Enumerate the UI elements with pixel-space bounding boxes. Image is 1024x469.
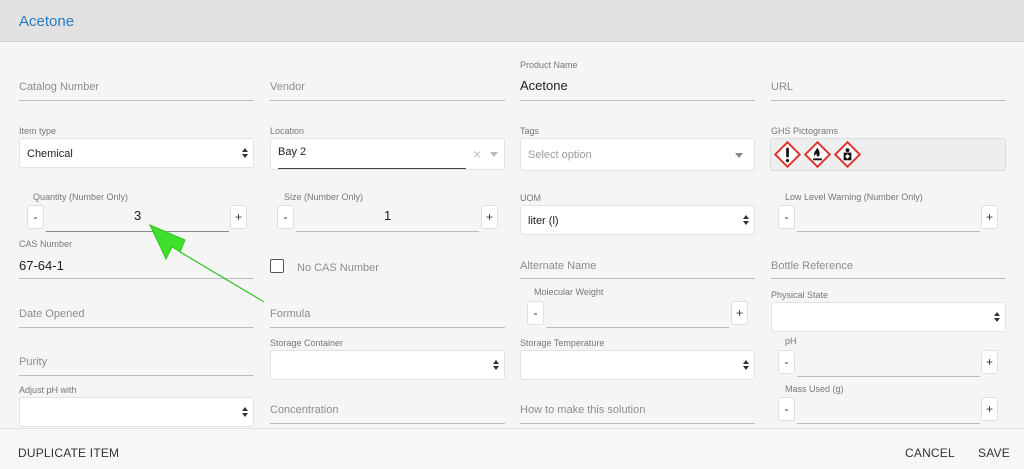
formula-field[interactable]: Formula	[270, 308, 310, 320]
low-level-warning-label: Low Level Warning (Number Only)	[785, 192, 923, 202]
bottle-reference-field[interactable]: Bottle Reference	[771, 260, 853, 272]
size-increment-button[interactable]: +	[481, 205, 498, 229]
product-name-underline	[520, 100, 755, 101]
select-arrows-icon	[743, 215, 749, 225]
date-opened-field[interactable]: Date Opened	[19, 308, 84, 320]
flame-icon	[803, 140, 832, 169]
select-arrows-icon	[743, 360, 749, 370]
quantity-label: Quantity (Number Only)	[33, 192, 129, 202]
cas-number-field[interactable]: 67-64-1	[19, 258, 64, 273]
location-select[interactable]: Bay 2 ×	[270, 138, 505, 170]
molecular-weight-underline	[546, 327, 729, 328]
ph-increment-button[interactable]: +	[981, 350, 998, 374]
cas-number-label: CAS Number	[19, 239, 73, 249]
purity-field[interactable]: Purity	[19, 356, 47, 368]
uom-value: liter (l)	[528, 215, 559, 227]
alternate-name-underline	[520, 278, 755, 279]
health-hazard-icon	[833, 140, 862, 169]
concentration-underline	[270, 423, 505, 424]
storage-container-select[interactable]	[270, 350, 505, 380]
location-label: Location	[270, 126, 305, 136]
vendor-underline	[270, 100, 505, 101]
bottle-reference-underline	[771, 278, 1006, 279]
size-input[interactable]: 1	[384, 208, 391, 223]
annotation-arrow-icon	[148, 224, 265, 303]
physical-state-select[interactable]	[771, 302, 1006, 332]
select-arrows-icon	[242, 148, 248, 158]
location-value: Bay 2	[278, 146, 307, 158]
quantity-decrement-button[interactable]: -	[27, 205, 44, 229]
item-type-label: Item type	[19, 126, 57, 136]
select-arrows-icon	[242, 407, 248, 417]
save-button[interactable]: SAVE	[978, 446, 1010, 460]
mass-used-decrement-button[interactable]: -	[778, 397, 795, 421]
size-underline	[296, 231, 479, 232]
physical-state-label: Physical State	[771, 290, 829, 300]
dialog-header: Acetone	[0, 0, 1024, 42]
location-underline	[278, 168, 466, 169]
molecular-weight-increment-button[interactable]: +	[731, 301, 748, 325]
size-decrement-button[interactable]: -	[277, 205, 294, 229]
ghs-pictograms-label: GHS Pictograms	[771, 126, 839, 136]
storage-temperature-select[interactable]	[520, 350, 755, 380]
adjust-ph-select[interactable]	[19, 397, 254, 427]
concentration-field[interactable]: Concentration	[270, 404, 339, 416]
product-name-label: Product Name	[520, 60, 578, 70]
select-arrows-icon	[994, 312, 1000, 322]
chevron-down-icon[interactable]	[490, 152, 498, 157]
low-level-increment-button[interactable]: +	[981, 205, 998, 229]
url-field[interactable]: URL	[771, 81, 793, 93]
how-to-make-underline	[520, 423, 755, 424]
adjust-ph-label: Adjust pH with	[19, 385, 77, 395]
how-to-make-field[interactable]: How to make this solution	[520, 404, 645, 416]
molecular-weight-label: Molecular Weight	[534, 287, 604, 297]
vendor-field[interactable]: Vendor	[270, 81, 305, 93]
storage-temperature-label: Storage Temperature	[520, 338, 605, 348]
select-arrows-icon	[493, 360, 499, 370]
purity-underline	[19, 375, 254, 376]
molecular-weight-decrement-button[interactable]: -	[527, 301, 544, 325]
url-underline	[771, 100, 1006, 101]
low-level-underline	[797, 231, 980, 232]
uom-label: UOM	[520, 193, 541, 203]
alternate-name-field[interactable]: Alternate Name	[520, 260, 596, 272]
duplicate-item-button[interactable]: DUPLICATE ITEM	[18, 446, 119, 460]
exclamation-mark-icon	[773, 140, 802, 169]
item-type-value: Chemical	[27, 148, 73, 160]
cancel-button[interactable]: CANCEL	[905, 446, 955, 460]
catalog-number-underline	[19, 100, 254, 101]
tags-placeholder: Select option	[528, 149, 592, 161]
dialog-body: Catalog Number Vendor Product Name Aceto…	[0, 42, 1024, 428]
low-level-decrement-button[interactable]: -	[778, 205, 795, 229]
date-opened-underline	[19, 327, 254, 328]
ph-decrement-button[interactable]: -	[778, 350, 795, 374]
dialog-title: Acetone	[19, 13, 75, 30]
mass-used-increment-button[interactable]: +	[981, 397, 998, 421]
mass-used-underline	[797, 423, 980, 424]
size-label: Size (Number Only)	[284, 192, 364, 202]
ph-underline	[797, 376, 980, 377]
no-cas-label: No CAS Number	[297, 262, 379, 274]
ghs-pictograms-box[interactable]	[770, 138, 1006, 171]
product-name-field[interactable]: Acetone	[520, 78, 568, 93]
ph-label: pH	[785, 336, 797, 346]
dialog-footer: DUPLICATE ITEM CANCEL SAVE	[0, 428, 1024, 469]
storage-container-label: Storage Container	[270, 338, 344, 348]
catalog-number-field[interactable]: Catalog Number	[19, 81, 99, 93]
formula-underline	[270, 327, 505, 328]
item-type-select[interactable]: Chemical	[19, 138, 254, 168]
chevron-down-icon[interactable]	[735, 153, 743, 158]
tags-label: Tags	[520, 126, 540, 136]
uom-select[interactable]: liter (l)	[520, 205, 755, 235]
tags-select[interactable]: Select option	[520, 138, 755, 171]
mass-used-label: Mass Used (g)	[785, 384, 844, 394]
clear-icon[interactable]: ×	[473, 146, 481, 162]
